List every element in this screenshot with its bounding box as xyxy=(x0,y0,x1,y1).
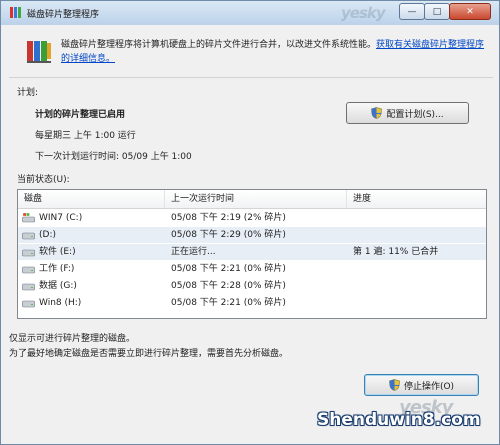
disk-name: 工作 (F:) xyxy=(39,264,75,274)
disk-last-run: 05/08 下午 2:28 (0% 碎片) xyxy=(171,281,286,291)
note-defraggable-only: 仅显示可进行碎片整理的磁盘。 xyxy=(9,334,136,344)
disk-last-run: 05/08 下午 2:21 (0% 碎片) xyxy=(171,264,286,274)
disk-list-header: 磁盘 上一次运行时间 进度 xyxy=(18,190,486,209)
disk-progress: 第 1 遍: 11% 已合并 xyxy=(353,247,439,257)
divider xyxy=(9,77,493,78)
schedule-next-run: 下一次计划运行时间: 05/09 上午 1:00 xyxy=(35,152,192,162)
column-header-last-run[interactable]: 上一次运行时间 xyxy=(165,190,347,208)
stop-operation-label: 停止操作(O) xyxy=(403,381,455,392)
uac-shield-icon xyxy=(389,379,400,391)
disk-name: Win8 (H:) xyxy=(39,298,82,308)
minimize-icon: — xyxy=(407,6,417,17)
column-header-disk[interactable]: 磁盘 xyxy=(18,190,165,208)
disk-last-run: 05/08 下午 2:29 (0% 碎片) xyxy=(171,230,286,240)
defrag-large-icon xyxy=(27,41,51,63)
drive-icon xyxy=(22,300,35,308)
disk-name: WIN7 (C:) xyxy=(39,213,83,223)
intro-text: 磁盘碎片整理程序将计算机硬盘上的碎片文件进行合并，以改进文件系统性能。获取有关磁… xyxy=(61,38,489,66)
table-row[interactable]: WIN7 (C:) 05/08 下午 2:19 (2% 碎片) xyxy=(18,210,486,226)
disk-name: 数据 (G:) xyxy=(39,281,77,291)
minimize-button[interactable]: — xyxy=(399,3,425,20)
stop-operation-button[interactable]: 停止操作(O) xyxy=(364,374,479,396)
watermark-yesky-top: yesky xyxy=(341,4,386,22)
configure-schedule-button[interactable]: 配置计划(S)... xyxy=(346,102,469,124)
current-status-label: 当前状态(U): xyxy=(17,175,70,185)
table-row[interactable]: Win8 (H:) 05/08 下午 2:21 (0% 碎片) xyxy=(18,295,486,311)
disk-list[interactable]: 磁盘 上一次运行时间 进度 WIN7 (C:) 05/08 下午 2:19 (2… xyxy=(17,189,487,319)
drive-icon xyxy=(22,283,35,291)
window-title: 磁盘碎片整理程序 xyxy=(27,10,100,20)
title-bar[interactable]: 磁盘碎片整理程序 yesky — □ ✕ xyxy=(1,1,499,25)
defrag-app-icon xyxy=(10,7,21,18)
system-drive-icon xyxy=(22,213,35,223)
site-watermark: Shenduwin8.com xyxy=(317,410,481,430)
table-row[interactable]: (D:) 05/08 下午 2:29 (0% 碎片) xyxy=(18,227,486,243)
maximize-icon: □ xyxy=(432,6,442,17)
close-button[interactable]: ✕ xyxy=(449,3,491,20)
close-icon: ✕ xyxy=(466,6,474,17)
window-content: 磁盘碎片整理程序将计算机硬盘上的碎片文件进行合并，以改进文件系统性能。获取有关磁… xyxy=(9,27,493,439)
drive-icon xyxy=(22,232,35,240)
configure-schedule-label: 配置计划(S)... xyxy=(386,109,444,120)
maximize-button[interactable]: □ xyxy=(424,3,450,20)
uac-shield-icon xyxy=(371,107,383,119)
disk-last-run: 05/08 下午 2:19 (2% 碎片) xyxy=(171,213,286,223)
schedule-label: 计划: xyxy=(17,88,39,98)
table-row[interactable]: 工作 (F:) 05/08 下午 2:21 (0% 碎片) xyxy=(18,261,486,277)
drive-icon xyxy=(22,266,35,274)
table-row[interactable]: 数据 (G:) 05/08 下午 2:28 (0% 碎片) xyxy=(18,278,486,294)
defrag-window: 磁盘碎片整理程序 yesky — □ ✕ 磁盘碎片整理程序将计算机硬盘上的碎片文… xyxy=(0,0,500,445)
schedule-status: 计划的碎片整理已启用 xyxy=(35,110,126,120)
disk-name: 软件 (E:) xyxy=(39,247,76,257)
schedule-frequency: 每星期三 上午 1:00 运行 xyxy=(35,131,136,141)
drive-icon xyxy=(22,249,35,257)
column-header-progress[interactable]: 进度 xyxy=(347,190,486,208)
disk-last-run: 正在运行... xyxy=(171,247,216,257)
disk-name: (D:) xyxy=(39,230,56,240)
table-row[interactable]: 软件 (E:) 正在运行... 第 1 遍: 11% 已合并 xyxy=(18,244,486,260)
intro-description: 磁盘碎片整理程序将计算机硬盘上的碎片文件进行合并，以改进文件系统性能。 xyxy=(61,40,377,50)
note-analyze-first: 为了最好地确定磁盘是否需要立即进行碎片整理，需要首先分析磁盘。 xyxy=(9,349,289,359)
disk-last-run: 05/08 下午 2:21 (0% 碎片) xyxy=(171,298,286,308)
